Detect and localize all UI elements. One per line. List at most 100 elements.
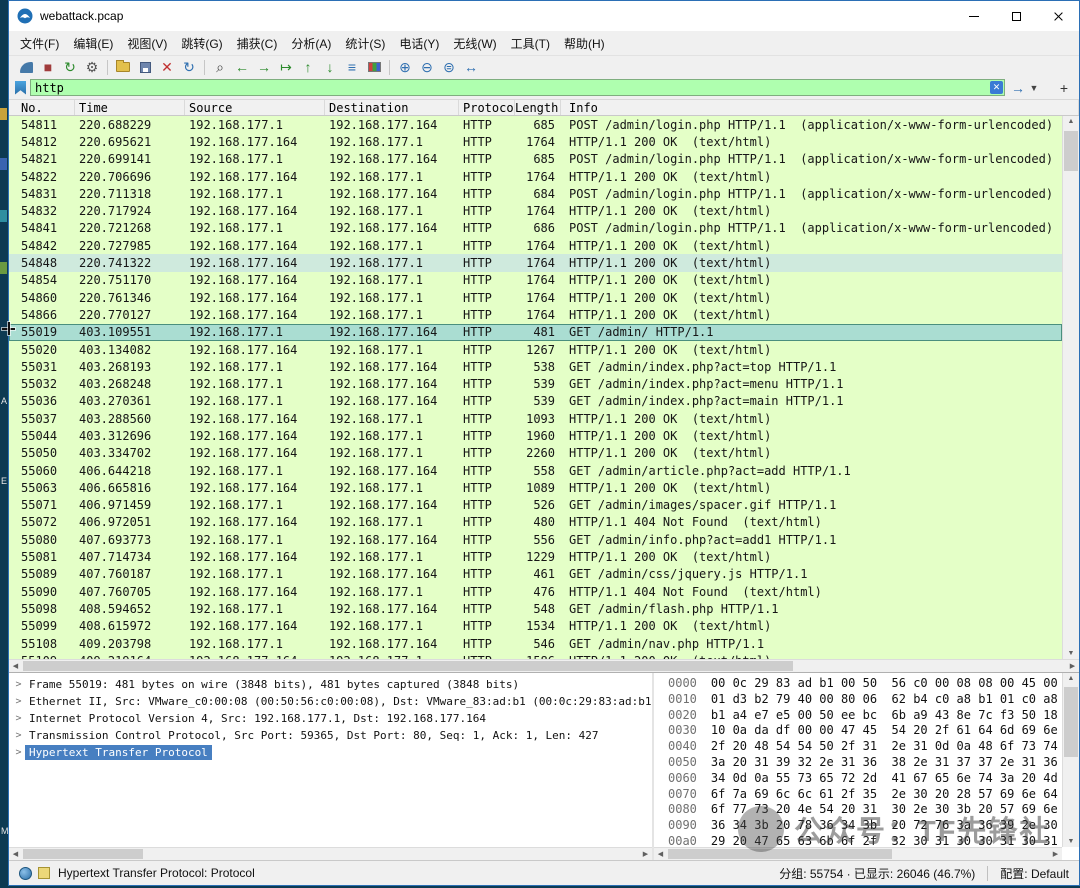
menu-item-telephony[interactable]: 电话(Y) (392, 32, 446, 55)
menu-item-help[interactable]: 帮助(H) (557, 32, 612, 55)
auto-scroll-icon[interactable]: ≡ (341, 57, 363, 77)
scroll-down-icon[interactable] (1063, 650, 1079, 657)
column-header-src[interactable]: Source (185, 100, 325, 115)
expand-chevron-icon[interactable]: > (12, 696, 25, 707)
add-filter-button-icon[interactable]: + (1055, 80, 1073, 96)
packet-row-55098[interactable]: 55098408.594652192.168.177.1192.168.177.… (9, 600, 1062, 617)
minimize-button[interactable] (953, 1, 995, 31)
packet-row-55109[interactable]: 55109409.219164192.168.177.164192.168.17… (9, 652, 1062, 659)
hex-line-0040[interactable]: 00402f 20 48 54 54 50 2f 31 2e 31 0d 0a … (668, 739, 1059, 755)
reload-file-icon[interactable]: ↻ (178, 57, 200, 77)
maximize-button[interactable] (995, 1, 1037, 31)
menu-item-analyze[interactable]: 分析(A) (284, 32, 338, 55)
menu-item-view[interactable]: 视图(V) (120, 32, 174, 55)
scroll-right-icon[interactable] (639, 848, 652, 860)
packet-row-55050[interactable]: 55050403.334702192.168.177.164192.168.17… (9, 445, 1062, 462)
packet-row-54854[interactable]: 54854220.751170192.168.177.164192.168.17… (9, 272, 1062, 289)
go-forward-icon[interactable]: → (253, 57, 275, 77)
packet-row-54841[interactable]: 54841220.721268192.168.177.1192.168.177.… (9, 220, 1062, 237)
restart-capture-icon[interactable]: ↻ (59, 57, 81, 77)
hex-vscrollbar[interactable] (1062, 673, 1079, 847)
column-header-no[interactable]: No. (9, 100, 75, 115)
apply-filter-icon[interactable]: → (1009, 80, 1027, 96)
go-back-icon[interactable]: ← (231, 57, 253, 77)
scroll-right-icon[interactable] (1049, 848, 1062, 860)
save-file-icon[interactable] (134, 57, 156, 77)
detail-tcp[interactable]: >Transmission Control Protocol, Src Port… (9, 727, 652, 744)
menu-item-capture[interactable]: 捕获(C) (230, 32, 285, 55)
filter-bookmark-icon[interactable] (15, 81, 26, 95)
detail-http[interactable]: >Hypertext Transfer Protocol (9, 744, 652, 761)
packet-row-55060[interactable]: 55060406.644218192.168.177.1192.168.177.… (9, 462, 1062, 479)
go-to-packet-icon[interactable]: ↦ (275, 57, 297, 77)
zoom-reset-icon[interactable]: ⊜ (438, 57, 460, 77)
display-filter-input[interactable] (30, 79, 1005, 96)
go-first-icon[interactable]: ↑ (297, 57, 319, 77)
close-button[interactable] (1037, 1, 1079, 31)
details-hscrollbar[interactable] (9, 847, 652, 860)
packet-row-54812[interactable]: 54812220.695621192.168.177.164192.168.17… (9, 133, 1062, 150)
scroll-right-icon[interactable] (1066, 660, 1079, 672)
stop-capture-icon[interactable]: ■ (37, 57, 59, 77)
packet-row-54860[interactable]: 54860220.761346192.168.177.164192.168.17… (9, 289, 1062, 306)
scroll-left-icon[interactable] (654, 848, 667, 860)
column-header-len[interactable]: Length (515, 100, 561, 115)
hex-line-00a0[interactable]: 00a029 20 47 65 63 6b 6f 2f 32 30 31 30 … (668, 834, 1059, 847)
zoom-in-icon[interactable]: ⊕ (394, 57, 416, 77)
packet-row-55090[interactable]: 55090407.760705192.168.177.164192.168.17… (9, 583, 1062, 600)
find-packet-icon[interactable]: ⌕ (209, 57, 231, 77)
packet-row-55108[interactable]: 55108409.203798192.168.177.1192.168.177.… (9, 635, 1062, 652)
packet-row-55080[interactable]: 55080407.693773192.168.177.1192.168.177.… (9, 531, 1062, 548)
expand-chevron-icon[interactable]: > (12, 730, 25, 741)
packet-row-55071[interactable]: 55071406.971459192.168.177.1192.168.177.… (9, 497, 1062, 514)
packet-row-54831[interactable]: 54831220.711318192.168.177.1192.168.177.… (9, 185, 1062, 202)
expand-chevron-icon[interactable]: > (12, 713, 25, 724)
hscroll-thumb[interactable] (668, 849, 892, 859)
column-header-dst[interactable]: Destination (325, 100, 459, 115)
hex-line-0030[interactable]: 003010 0a da df 00 00 47 45 54 20 2f 61 … (668, 723, 1059, 739)
packet-row-54811[interactable]: 54811220.688229192.168.177.1192.168.177.… (9, 116, 1062, 133)
scroll-down-icon[interactable] (1063, 838, 1079, 845)
profile-text[interactable]: 配置: Default (1000, 865, 1069, 882)
packet-row-54821[interactable]: 54821220.699141192.168.177.1192.168.177.… (9, 151, 1062, 168)
hex-line-0020[interactable]: 0020b1 a4 e7 e5 00 50 ee bc 6b a9 43 8e … (668, 708, 1059, 724)
packet-row-55089[interactable]: 55089407.760187192.168.177.1192.168.177.… (9, 566, 1062, 583)
vscroll-thumb[interactable] (1064, 687, 1078, 757)
expand-chevron-icon[interactable]: > (12, 747, 25, 758)
filter-dropdown-icon[interactable]: ▼ (1027, 83, 1041, 93)
scroll-up-icon[interactable] (1063, 675, 1079, 682)
packet-row-55099[interactable]: 55099408.615972192.168.177.164192.168.17… (9, 618, 1062, 635)
packet-row-55019[interactable]: 55019403.109551192.168.177.1192.168.177.… (9, 324, 1062, 341)
packet-row-55063[interactable]: 55063406.665816192.168.177.164192.168.17… (9, 479, 1062, 496)
packet-row-55032[interactable]: 55032403.268248192.168.177.1192.168.177.… (9, 375, 1062, 392)
hscroll-thumb[interactable] (23, 849, 143, 859)
scroll-left-icon[interactable] (9, 848, 22, 860)
packet-row-54842[interactable]: 54842220.727985192.168.177.164192.168.17… (9, 237, 1062, 254)
packet-row-55036[interactable]: 55036403.270361192.168.177.1192.168.177.… (9, 393, 1062, 410)
packet-row-55072[interactable]: 55072406.972051192.168.177.164192.168.17… (9, 514, 1062, 531)
hex-line-0000[interactable]: 000000 0c 29 83 ad b1 00 50 56 c0 00 08 … (668, 676, 1059, 692)
colorize-icon[interactable] (363, 57, 385, 77)
expand-chevron-icon[interactable]: > (12, 679, 25, 690)
open-file-icon[interactable] (112, 57, 134, 77)
scroll-left-icon[interactable] (9, 660, 22, 672)
menu-item-wireless[interactable]: 无线(W) (446, 32, 503, 55)
menu-item-edit[interactable]: 编辑(E) (66, 32, 120, 55)
hex-line-0070[interactable]: 00706f 7a 69 6c 6c 61 2f 35 2e 30 20 28 … (668, 787, 1059, 803)
hex-line-0010[interactable]: 001001 d3 b2 79 40 00 80 06 62 b4 c0 a8 … (668, 692, 1059, 708)
hscroll-thumb[interactable] (23, 661, 793, 671)
packet-row-55020[interactable]: 55020403.134082192.168.177.164192.168.17… (9, 341, 1062, 358)
packet-row-54866[interactable]: 54866220.770127192.168.177.164192.168.17… (9, 306, 1062, 323)
capture-comment-icon[interactable] (38, 867, 50, 879)
detail-frame[interactable]: >Frame 55019: 481 bytes on wire (3848 bi… (9, 676, 652, 693)
zoom-out-icon[interactable]: ⊖ (416, 57, 438, 77)
go-last-icon[interactable]: ↓ (319, 57, 341, 77)
packet-list-hscrollbar[interactable] (9, 659, 1079, 672)
hex-line-0090[interactable]: 009036 34 3b 20 78 36 34 3b 20 72 76 3a … (668, 818, 1059, 834)
menu-item-tools[interactable]: 工具(T) (504, 32, 557, 55)
clear-filter-icon[interactable]: ✕ (990, 81, 1003, 94)
resize-columns-icon[interactable]: ↔ (460, 57, 482, 77)
column-header-proto[interactable]: Protocol (459, 100, 515, 115)
packet-row-54848[interactable]: 54848220.741322192.168.177.164192.168.17… (9, 254, 1062, 271)
capture-options-icon[interactable]: ⚙ (81, 57, 103, 77)
